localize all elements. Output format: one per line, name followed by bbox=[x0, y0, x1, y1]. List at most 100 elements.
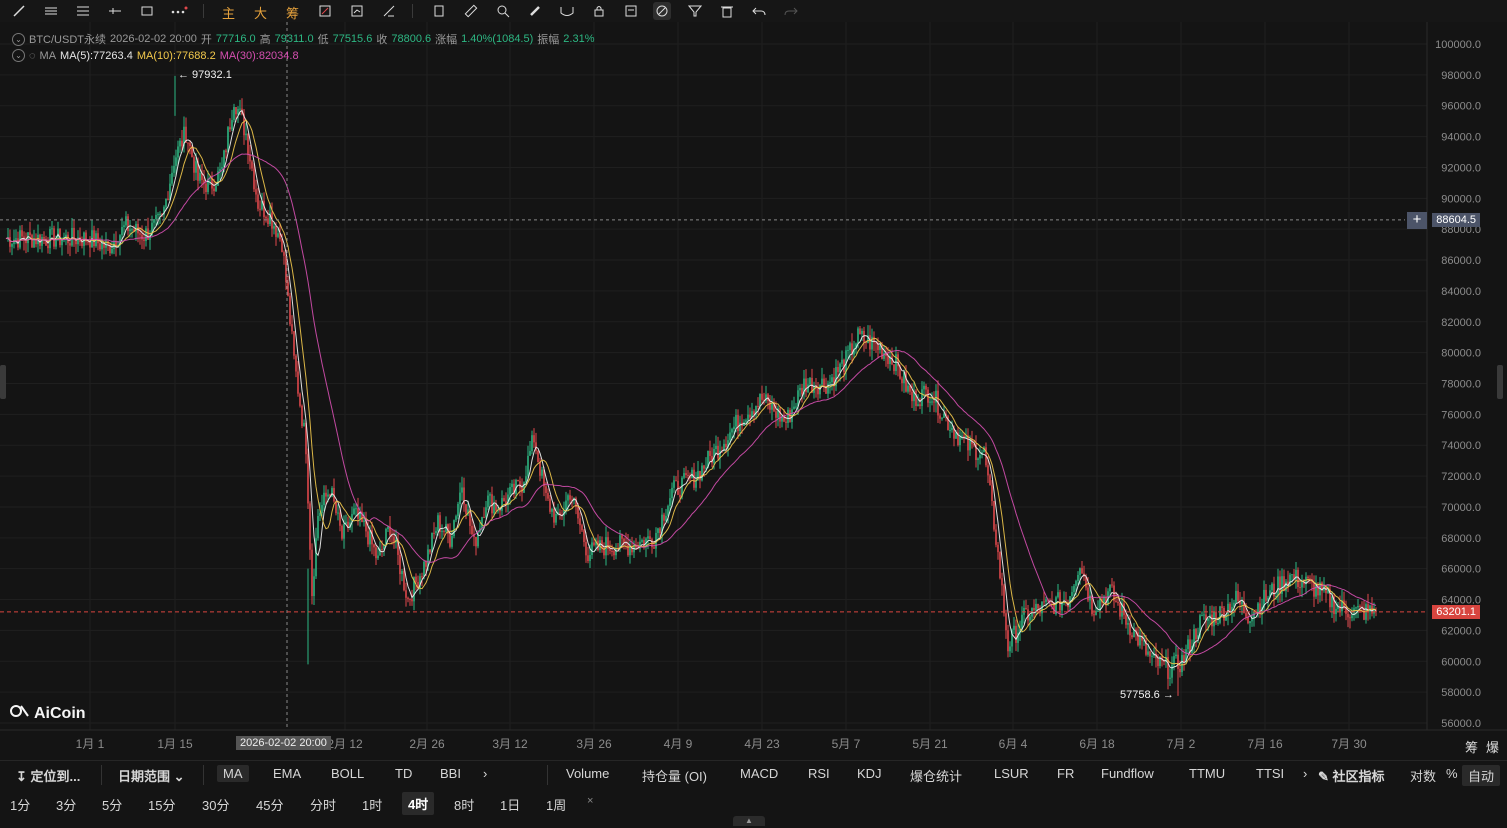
resize-handle-icon[interactable]: ▲ bbox=[733, 816, 765, 826]
edit-chart-icon[interactable] bbox=[316, 2, 334, 20]
left-panel-tab[interactable] bbox=[0, 365, 6, 399]
filter-icon[interactable] bbox=[686, 2, 704, 20]
candle-body bbox=[253, 168, 255, 190]
collapse-chevron-icon[interactable]: ⌄ bbox=[12, 32, 25, 46]
candle-body bbox=[553, 508, 555, 523]
ma-label[interactable]: MA bbox=[40, 50, 57, 62]
candle-body bbox=[1249, 621, 1251, 624]
candle-body bbox=[189, 142, 191, 147]
chips-toggle[interactable]: 筹 bbox=[1465, 737, 1478, 756]
liquidation-toggle[interactable]: 爆 bbox=[1486, 737, 1499, 756]
sub-indicator-1[interactable]: 持仓量 (OI) bbox=[642, 766, 707, 785]
main-indicator-4[interactable]: BBI bbox=[440, 766, 461, 781]
timeframe-7[interactable]: 1时 bbox=[362, 795, 382, 814]
locate-button[interactable]: ↧ 定位到... bbox=[16, 766, 80, 785]
candle-body bbox=[577, 506, 579, 519]
candle-body bbox=[199, 172, 201, 181]
large-order-button[interactable]: 大 bbox=[254, 3, 267, 22]
crosshair-price-tag: 88604.5 bbox=[1432, 213, 1480, 227]
main-indicator-3[interactable]: TD bbox=[395, 766, 412, 781]
candle-body bbox=[1299, 587, 1301, 589]
timeframe-10[interactable]: 1日 bbox=[500, 795, 520, 814]
main-indicator-1[interactable]: EMA bbox=[273, 766, 301, 781]
rectangle-tool-icon[interactable] bbox=[138, 2, 156, 20]
collapse-chevron-icon[interactable]: ⌄ bbox=[12, 49, 25, 62]
lock-icon[interactable] bbox=[590, 2, 608, 20]
candle-body bbox=[761, 393, 763, 400]
sub-indicator-3[interactable]: RSI bbox=[808, 766, 830, 781]
channel-tool-icon[interactable] bbox=[42, 2, 60, 20]
candle-body bbox=[1313, 582, 1315, 597]
delete-icon[interactable] bbox=[718, 2, 736, 20]
timeframe-3[interactable]: 15分 bbox=[148, 795, 175, 814]
sync-drawing-icon[interactable] bbox=[653, 2, 671, 20]
right-panel-tab[interactable] bbox=[1497, 365, 1503, 399]
menu-icon[interactable] bbox=[74, 2, 92, 20]
main-indicator-0[interactable]: MA bbox=[217, 765, 249, 782]
candle-body bbox=[1265, 589, 1267, 601]
more-tools-icon[interactable] bbox=[170, 2, 188, 20]
candle-body bbox=[529, 451, 531, 456]
brush-icon[interactable] bbox=[526, 2, 544, 20]
open-value: 77716.0 bbox=[215, 33, 256, 45]
candle-body bbox=[485, 507, 487, 518]
ruler-icon[interactable] bbox=[380, 2, 398, 20]
price-tick-label: 70000.0 bbox=[1441, 502, 1481, 514]
sub-indicator-4[interactable]: KDJ bbox=[857, 766, 882, 781]
template-icon[interactable] bbox=[622, 2, 640, 20]
timeframe-8[interactable]: 4时 bbox=[402, 792, 435, 815]
sub-indicator-5[interactable]: 爆仓统计 bbox=[910, 766, 962, 785]
timeframe-9[interactable]: 8时 bbox=[454, 795, 474, 814]
sub-indicator-8[interactable]: Fundflow bbox=[1101, 766, 1154, 781]
candle-body bbox=[939, 415, 941, 419]
timeframe-1[interactable]: 3分 bbox=[56, 795, 76, 814]
candle-body bbox=[995, 529, 997, 545]
sub-indicator-6[interactable]: LSUR bbox=[994, 766, 1029, 781]
candle-body bbox=[1025, 607, 1027, 610]
magnet-icon[interactable] bbox=[558, 2, 576, 20]
timeframe-5[interactable]: 45分 bbox=[256, 795, 283, 814]
date-range-dropdown[interactable]: 日期范围 ⌄ bbox=[118, 766, 185, 785]
copy-icon[interactable] bbox=[430, 2, 448, 20]
sub-indicator-9[interactable]: TTMU bbox=[1189, 766, 1225, 781]
chips-button[interactable]: 筹 bbox=[286, 3, 299, 22]
sub-indicator-10[interactable]: TTSI bbox=[1256, 766, 1284, 781]
candle-body bbox=[299, 393, 301, 406]
candle-body bbox=[489, 494, 491, 496]
close-icon[interactable]: × bbox=[587, 795, 593, 807]
compare-icon[interactable] bbox=[348, 2, 366, 20]
alert-bell-icon[interactable]: ◌ bbox=[29, 50, 36, 62]
sub-indicator-0[interactable]: Volume bbox=[566, 766, 609, 781]
add-alert-plus-icon[interactable]: + bbox=[1407, 212, 1427, 229]
timeframe-6[interactable]: 分时 bbox=[310, 795, 336, 814]
main-chart-button[interactable]: 主 bbox=[222, 3, 235, 22]
candle-body bbox=[55, 239, 57, 247]
candle-body bbox=[99, 243, 101, 250]
candle-body bbox=[931, 401, 933, 403]
timeframe-4[interactable]: 30分 bbox=[202, 795, 229, 814]
candle-body bbox=[1071, 592, 1073, 597]
chevron-right-icon[interactable]: › bbox=[483, 766, 487, 781]
horizontal-line-icon[interactable] bbox=[106, 2, 124, 20]
line-tool-icon[interactable] bbox=[10, 2, 28, 20]
timeframe-2[interactable]: 5分 bbox=[102, 795, 122, 814]
candlestick-chart[interactable]: 100000.0 98000.0 96000.0 94000.0 92000.0 9000… bbox=[0, 22, 1507, 758]
log-scale-toggle[interactable]: 对数 bbox=[1410, 766, 1436, 785]
main-indicator-2[interactable]: BOLL bbox=[331, 766, 364, 781]
undo-icon[interactable] bbox=[750, 2, 768, 20]
sub-indicator-2[interactable]: MACD bbox=[740, 766, 778, 781]
community-indicators-button[interactable]: ✎ 社区指标 bbox=[1318, 766, 1385, 785]
candle-body bbox=[415, 576, 417, 583]
candle-body bbox=[71, 227, 73, 246]
percent-scale-toggle[interactable]: % bbox=[1446, 766, 1458, 781]
measure-icon[interactable] bbox=[462, 2, 480, 20]
candle-body bbox=[589, 555, 591, 561]
candle-body bbox=[517, 479, 519, 482]
timeframe-0[interactable]: 1分 bbox=[10, 795, 30, 814]
auto-scale-toggle[interactable]: 自动 bbox=[1462, 765, 1501, 786]
candle-body bbox=[519, 481, 521, 488]
zoom-icon[interactable] bbox=[494, 2, 512, 20]
chevron-right-icon[interactable]: › bbox=[1303, 766, 1307, 781]
sub-indicator-7[interactable]: FR bbox=[1057, 766, 1074, 781]
timeframe-11[interactable]: 1周 bbox=[546, 795, 566, 814]
